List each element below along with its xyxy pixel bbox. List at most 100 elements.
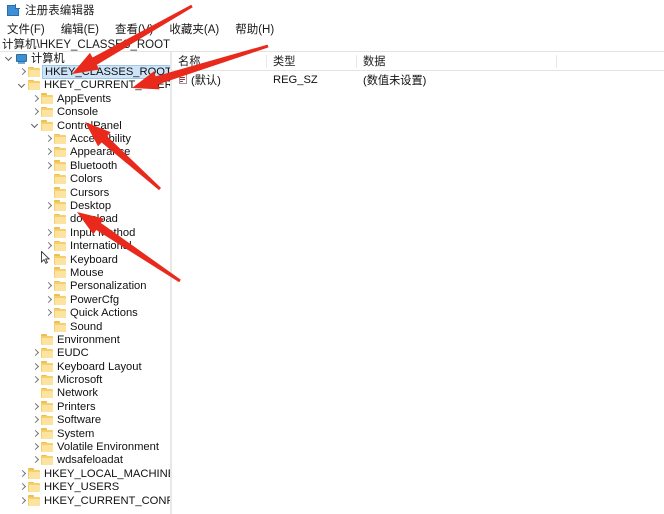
chevron-right-icon[interactable]: [30, 441, 41, 454]
chevron-right-icon[interactable]: [30, 360, 41, 373]
column-divider[interactable]: [556, 55, 557, 68]
chevron-right-icon[interactable]: [30, 92, 41, 105]
chevron-right-icon[interactable]: [17, 66, 28, 79]
menu-file[interactable]: 文件(F): [6, 21, 46, 37]
chevron-right-icon[interactable]: [30, 374, 41, 387]
tree-item-network[interactable]: Network: [0, 387, 170, 400]
tree-item-powercfg[interactable]: PowerCfg: [0, 293, 170, 306]
value-name-cell: (默认): [172, 71, 267, 88]
chevron-down-icon[interactable]: [30, 119, 41, 132]
tree-item-label: AppEvents: [57, 93, 111, 105]
chevron-right-icon[interactable]: [17, 494, 28, 507]
tree-item-printers[interactable]: Printers: [0, 400, 170, 413]
tree-item-hkey-local-machine[interactable]: HKEY_LOCAL_MACHINE: [0, 467, 170, 480]
tree-item-label: Input Method: [70, 227, 135, 239]
tree-item-colors[interactable]: Colors: [0, 173, 170, 186]
tree-item-sound[interactable]: Sound: [0, 320, 170, 333]
folder-icon: [41, 415, 54, 426]
tree-item-input-method[interactable]: Input Method: [0, 226, 170, 239]
tree-item-system[interactable]: System: [0, 427, 170, 440]
chevron-down-icon[interactable]: [4, 52, 15, 65]
tree-item-label: PowerCfg: [70, 294, 119, 306]
tree-item-label: Volatile Environment: [57, 441, 159, 453]
chevron-right-icon[interactable]: [43, 159, 54, 172]
tree-item-microsoft[interactable]: Microsoft: [0, 373, 170, 386]
tree-item-desktop[interactable]: Desktop: [0, 199, 170, 212]
chevron-down-icon[interactable]: [17, 79, 28, 92]
tree-item-label: Keyboard: [70, 254, 118, 266]
folder-icon: [41, 442, 54, 453]
tree-item-environment[interactable]: Environment: [0, 333, 170, 346]
registry-tree[interactable]: 计算机HKEY_CLASSES_ROOTHKEY_CURRENT_USER App…: [0, 52, 170, 514]
tree-item-appevents[interactable]: AppEvents: [0, 92, 170, 105]
chevron-right-icon[interactable]: [43, 293, 54, 306]
menu-edit[interactable]: 编辑(E): [60, 21, 100, 37]
chevron-right-icon[interactable]: [43, 240, 54, 253]
chevron-right-icon[interactable]: [30, 427, 41, 440]
tree-item-wdsafeloadat[interactable]: wdsafeloadat: [0, 454, 170, 467]
tree-item-appearance[interactable]: Appearance: [0, 146, 170, 159]
registry-values-list[interactable]: 名称 类型 数据 (默认) RE: [172, 52, 664, 514]
chevron-right-icon[interactable]: [17, 481, 28, 494]
tree-item-accessibility[interactable]: Accessibility: [0, 132, 170, 145]
tree-item-download[interactable]: download: [0, 213, 170, 226]
chevron-right-icon[interactable]: [30, 347, 41, 360]
title-bar: 注册表编辑器: [0, 0, 664, 20]
menu-view[interactable]: 查看(V): [114, 21, 154, 37]
registry-editor-icon: [7, 4, 20, 17]
tree-item-keyboard-layout[interactable]: Keyboard Layout: [0, 360, 170, 373]
folder-icon: [54, 174, 67, 185]
tree-item-console[interactable]: Console: [0, 106, 170, 119]
tree-item-personalization[interactable]: Personalization: [0, 280, 170, 293]
chevron-right-icon[interactable]: [17, 467, 28, 480]
tree-item-quick-actions[interactable]: Quick Actions: [0, 306, 170, 319]
tree-item-volatile-environment[interactable]: Volatile Environment: [0, 440, 170, 453]
chevron-right-icon[interactable]: [43, 133, 54, 146]
tree-item-hkey-current-user[interactable]: HKEY_CURRENT_USER: [0, 79, 170, 92]
tree-item-bluetooth[interactable]: Bluetooth: [0, 159, 170, 172]
tree-item-hkey-classes-root[interactable]: HKEY_CLASSES_ROOT: [0, 65, 170, 78]
tree-item-controlpanel[interactable]: ControlPanel: [0, 119, 170, 132]
tree-item-mouse[interactable]: Mouse: [0, 266, 170, 279]
tree-item-hkey-users[interactable]: HKEY_USERS: [0, 481, 170, 494]
folder-icon: [54, 200, 67, 211]
tree-item-international[interactable]: International: [0, 239, 170, 252]
folder-icon: [41, 455, 54, 466]
chevron-right-icon[interactable]: [43, 226, 54, 239]
menu-favorites[interactable]: 收藏夹(A): [168, 21, 220, 37]
tree-item-label: HKEY_CURRENT_USER: [44, 79, 170, 91]
tree-item-hkey-current-config[interactable]: HKEY_CURRENT_CONFIG: [0, 494, 170, 507]
tree-item-cursors[interactable]: Cursors: [0, 186, 170, 199]
tree-item-label: Cursors: [70, 187, 109, 199]
table-row[interactable]: (默认) REG_SZ (数值未设置): [172, 71, 664, 88]
menu-help[interactable]: 帮助(H): [234, 21, 275, 37]
tree-item-eudc[interactable]: EUDC: [0, 347, 170, 360]
address-bar[interactable]: 计算机\HKEY_CLASSES_ROOT: [0, 37, 664, 52]
chevron-right-icon[interactable]: [43, 146, 54, 159]
tree-item-software[interactable]: Software: [0, 414, 170, 427]
chevron-right-icon[interactable]: [30, 454, 41, 467]
tree-item-label: wdsafeloadat: [57, 454, 123, 466]
chevron-right-icon[interactable]: [30, 106, 41, 119]
chevron-right-icon[interactable]: [43, 199, 54, 212]
twisty-spacer: [43, 320, 54, 333]
tree-item-label: Desktop: [70, 200, 111, 212]
folder-icon: [28, 468, 41, 479]
chevron-right-icon[interactable]: [43, 280, 54, 293]
tree-item-[interactable]: 计算机: [0, 52, 170, 65]
folder-icon: [54, 227, 67, 238]
value-type-cell: REG_SZ: [267, 71, 357, 88]
column-header-name[interactable]: 名称: [172, 52, 267, 71]
column-header-type[interactable]: 类型: [267, 52, 357, 71]
chevron-right-icon[interactable]: [30, 414, 41, 427]
chevron-right-icon[interactable]: [30, 400, 41, 413]
computer-icon: [15, 53, 28, 64]
folder-icon: [54, 147, 67, 158]
chevron-right-icon[interactable]: [43, 307, 54, 320]
tree-item-keyboard[interactable]: Keyboard: [0, 253, 170, 266]
folder-icon: [54, 214, 67, 225]
folder-icon: [41, 93, 54, 104]
list-header: 名称 类型 数据: [172, 52, 664, 71]
tree-item-label: HKEY_CLASSES_ROOT: [42, 65, 170, 79]
column-header-data[interactable]: 数据: [357, 52, 557, 71]
